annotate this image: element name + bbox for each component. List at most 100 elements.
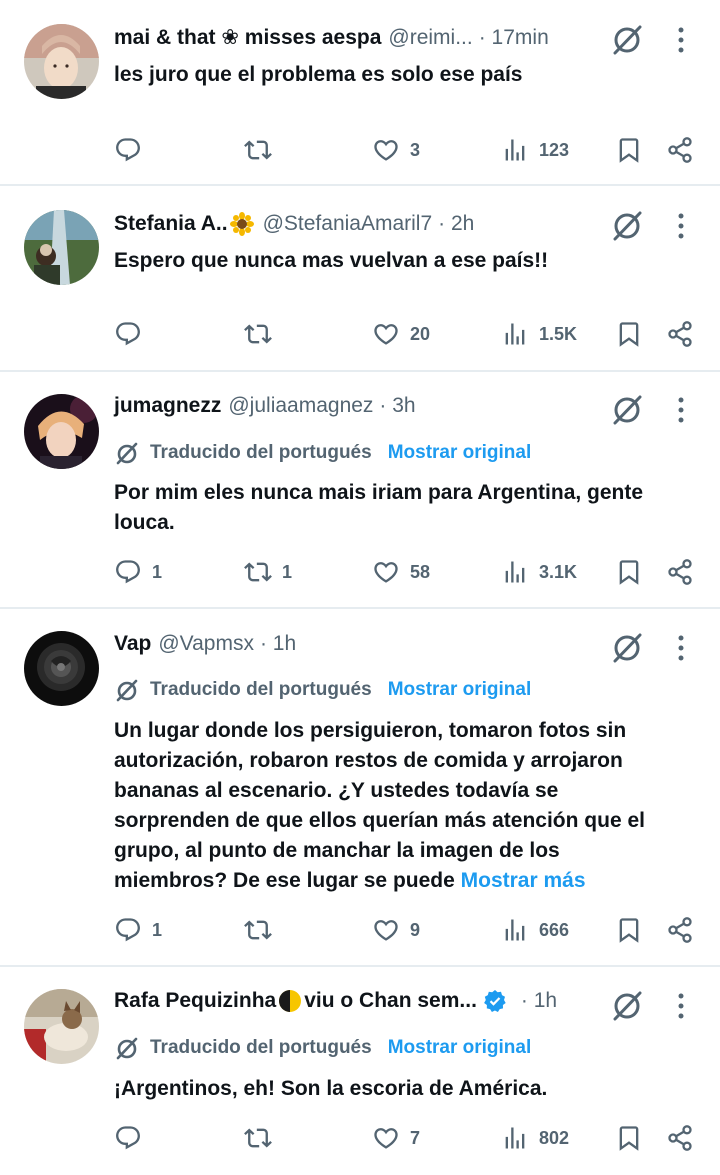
timestamp[interactable]: · 1h <box>260 628 296 660</box>
views-icon <box>501 136 529 164</box>
reply-button[interactable] <box>114 1118 152 1158</box>
tweet-actions: 7 802 <box>0 1118 720 1158</box>
display-name[interactable]: Stefania A.. <box>114 208 228 240</box>
handle[interactable]: @StefaniaAmaril7 <box>263 208 433 240</box>
tweet-text: ¡Argentinos, eh! Son la escoria de Améri… <box>114 1077 548 1100</box>
reply-count: 1 <box>152 561 163 582</box>
translate-icon <box>114 677 140 703</box>
timestamp[interactable]: · 3h <box>379 390 415 422</box>
bookmark-button[interactable] <box>615 130 643 170</box>
text-line: sorprenden de que ellos querían más aten… <box>114 809 645 832</box>
retweet-icon <box>244 136 272 164</box>
show-original-link[interactable]: Mostrar original <box>388 679 532 701</box>
sunflower-icon <box>229 212 254 236</box>
bookmark-icon <box>615 558 643 586</box>
views-button[interactable]: 1.5K <box>501 314 577 354</box>
view-count: 802 <box>539 1127 570 1148</box>
share-button[interactable] <box>666 552 694 592</box>
text-line: bananas al escenario. ¿Y ustedes todavía… <box>114 779 559 802</box>
views-button[interactable]: 3.1K <box>501 552 577 592</box>
tweet[interactable]: mai & that ❀ misses aespa @reimi... · 17… <box>0 0 720 186</box>
text-line: miembros? De ese lugar se puede <box>114 869 455 892</box>
grok-icon[interactable] <box>610 23 644 57</box>
retweet-button[interactable] <box>244 130 282 170</box>
tweet-actions: 20 1.5K <box>0 314 720 354</box>
like-count: 58 <box>410 561 431 582</box>
bookmark-button[interactable] <box>615 910 643 950</box>
bookmark-button[interactable] <box>615 552 643 592</box>
like-button[interactable]: 20 <box>372 314 430 354</box>
grok-icon[interactable] <box>610 393 644 427</box>
display-name[interactable]: Vap <box>114 628 151 660</box>
bookmark-icon <box>615 320 643 348</box>
more-icon[interactable] <box>669 631 693 665</box>
display-name-part[interactable]: viu o Chan sem... <box>304 985 477 1017</box>
reply-button[interactable]: 1 <box>114 552 162 592</box>
tweet[interactable]: Stefania A.. @StefaniaAmaril7 · 2h Esper… <box>0 186 720 372</box>
heart-icon <box>372 558 400 586</box>
tweet-text: Espero que nunca mas vuelvan a ese país!… <box>114 249 549 272</box>
avatar[interactable] <box>24 24 99 99</box>
share-button[interactable] <box>666 314 694 354</box>
translation-notice: Traducido del portugués Mostrar original <box>114 438 531 468</box>
verified-badge-icon <box>484 990 506 1012</box>
tweet-header: Vap @Vapmsx · 1h <box>114 628 296 660</box>
like-button[interactable]: 58 <box>372 552 430 592</box>
share-button[interactable] <box>666 910 694 950</box>
reply-icon <box>114 1124 142 1152</box>
display-name[interactable]: mai & that ❀ misses aespa <box>114 22 381 54</box>
reply-icon <box>114 916 142 944</box>
like-button[interactable]: 9 <box>372 910 420 950</box>
retweet-button[interactable] <box>244 910 282 950</box>
reply-button[interactable] <box>114 314 152 354</box>
like-button[interactable]: 3 <box>372 130 420 170</box>
show-more-link[interactable]: Mostrar más <box>461 869 586 892</box>
views-button[interactable]: 802 <box>501 1118 569 1158</box>
like-button[interactable]: 7 <box>372 1118 420 1158</box>
tweet[interactable]: jumagnezz @juliaamagnez · 3h Traducido d… <box>0 372 720 609</box>
like-count: 9 <box>410 919 421 940</box>
display-name-part[interactable]: Rafa Pequizinha <box>114 985 276 1017</box>
views-icon <box>501 320 529 348</box>
share-icon <box>666 320 694 348</box>
views-button[interactable]: 666 <box>501 910 569 950</box>
retweet-icon <box>244 1124 272 1152</box>
more-icon[interactable] <box>669 393 693 427</box>
translation-notice: Traducido del portugués Mostrar original <box>114 675 531 705</box>
show-original-link[interactable]: Mostrar original <box>388 1037 532 1059</box>
tweet[interactable]: Rafa Pequizinha viu o Chan sem... · 1h T… <box>0 967 720 1175</box>
reply-button[interactable] <box>114 130 152 170</box>
reply-button[interactable]: 1 <box>114 910 162 950</box>
share-button[interactable] <box>666 1118 694 1158</box>
tweet[interactable]: Vap @Vapmsx · 1h Traducido del portugués… <box>0 609 720 967</box>
show-original-link[interactable]: Mostrar original <box>388 442 532 464</box>
more-icon[interactable] <box>669 989 693 1023</box>
flag-circle-icon <box>279 990 302 1012</box>
grok-icon[interactable] <box>610 209 644 243</box>
retweet-button[interactable] <box>244 1118 282 1158</box>
more-icon[interactable] <box>669 209 693 243</box>
avatar[interactable] <box>24 210 99 285</box>
more-icon[interactable] <box>669 23 693 57</box>
view-count: 1.5K <box>539 323 578 344</box>
avatar[interactable] <box>24 631 99 706</box>
avatar[interactable] <box>24 989 99 1064</box>
bookmark-button[interactable] <box>615 314 643 354</box>
grok-icon[interactable] <box>610 631 644 665</box>
views-button[interactable]: 123 <box>501 130 569 170</box>
timestamp[interactable]: · 1h <box>521 985 557 1017</box>
tweet-text: les juro que el problema es solo ese paí… <box>114 63 523 86</box>
heart-icon <box>372 916 400 944</box>
display-name[interactable]: jumagnezz <box>114 390 221 422</box>
handle[interactable]: @Vapmsx <box>158 628 254 660</box>
handle[interactable]: @reimi... <box>388 22 472 54</box>
share-button[interactable] <box>666 130 694 170</box>
bookmark-button[interactable] <box>615 1118 643 1158</box>
grok-icon[interactable] <box>610 989 644 1023</box>
timestamp[interactable]: · 2h <box>438 208 474 240</box>
handle[interactable]: @juliaamagnez <box>228 390 373 422</box>
timestamp[interactable]: · 17min <box>479 22 549 54</box>
avatar[interactable] <box>24 394 99 469</box>
retweet-button[interactable]: 1 <box>244 552 292 592</box>
retweet-button[interactable] <box>244 314 282 354</box>
